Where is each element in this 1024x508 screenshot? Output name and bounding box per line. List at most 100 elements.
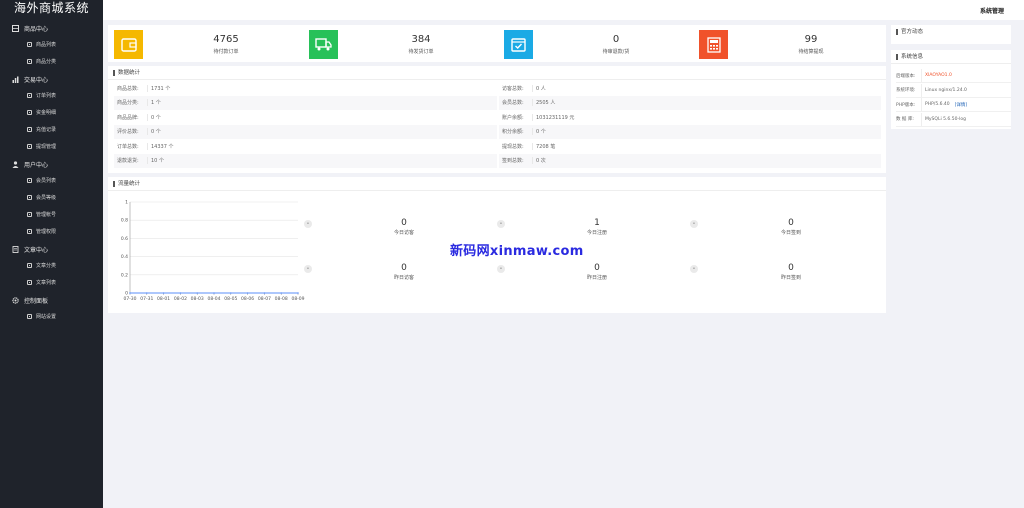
sidebar-group-label: 控制面板: [24, 298, 49, 305]
user-icon: [12, 161, 19, 168]
data-point: [129, 292, 131, 294]
grid-icon: [12, 25, 19, 32]
sidebar-item[interactable]: 会员等级: [0, 189, 103, 206]
sidebar-group-label: 商品中心: [24, 26, 49, 33]
traffic-metric-value: 0: [788, 218, 794, 228]
system-info-row: 数 据 库: MySQLi 5.6.50-log: [896, 112, 1011, 127]
sidebar-group-label: 交易中心: [24, 77, 49, 84]
traffic-metric-label: 今日签到: [780, 230, 801, 236]
stat-card[interactable]: 384 待发货订单: [306, 29, 496, 61]
truck-icon: [309, 30, 338, 59]
x-tick-label: 08-03: [191, 296, 204, 302]
traffic-metric: 0 昨日访客: [344, 263, 464, 281]
sidebar-item[interactable]: 管理帐号: [0, 206, 103, 223]
stat-row: 商品品牌: 0 个: [114, 110, 497, 124]
sidebar-item-label: 会员等级: [36, 195, 57, 201]
sidebar-group[interactable]: 控制面板: [0, 293, 103, 308]
sidebar-item[interactable]: 管理权限: [0, 223, 103, 240]
sidebar-item[interactable]: 网站设置: [0, 308, 103, 325]
x-tick-label: 08-01: [157, 296, 170, 302]
system-info-row: 后端版本: XIAOYAO1.0: [896, 69, 1011, 83]
stat-row-value: 1 个: [147, 99, 161, 106]
traffic-metric: 1 今日注册: [537, 218, 657, 236]
stat-label: 待审退款/货: [602, 49, 630, 55]
document-icon: [12, 246, 19, 253]
sidebar-item[interactable]: 会员列表: [0, 172, 103, 189]
square-plus-icon: [27, 59, 32, 64]
traffic-title: 流量统计: [108, 177, 886, 191]
stat-row-key: 订单总数:: [117, 143, 139, 150]
system-info-value: PHP/5.6.40 [详情]: [921, 98, 967, 111]
stat-value: 99: [804, 34, 818, 45]
sidebar-item-label: 商品列表: [36, 42, 57, 48]
data-point: [162, 292, 165, 294]
stat-row-key: 签到总数:: [502, 158, 524, 164]
sidebar-item[interactable]: 文章列表: [0, 274, 103, 291]
stat-row-value: 0 次: [532, 157, 546, 164]
data-point: [263, 292, 266, 294]
stat-card[interactable]: 99 待结算提现: [696, 29, 886, 61]
sidebar-item[interactable]: 文章分类: [0, 257, 103, 274]
sidebar-item-label: 会员列表: [36, 178, 57, 184]
top-bar: 系统管理: [103, 0, 1024, 20]
data-point: [246, 292, 249, 294]
stat-row: 账户余额: 1031231119 元: [499, 110, 881, 124]
sidebar-item[interactable]: 商品分类: [0, 53, 103, 70]
stat-row-key: 会员总数:: [502, 100, 524, 106]
system-info-value-text: PHP/5.6.40: [925, 102, 950, 107]
stat-label: 待发货订单: [408, 49, 434, 55]
stat-card[interactable]: 0 待审退款/货: [501, 29, 691, 61]
traffic-metric-label: 昨日访客: [393, 275, 414, 281]
y-tick-label: 0.8: [121, 218, 128, 224]
x-tick-label: 08-07: [258, 296, 271, 302]
stat-row-key: 提现总数:: [502, 143, 524, 150]
sidebar-group[interactable]: 交易中心: [0, 72, 103, 87]
stat-row-value: 0 个: [532, 128, 546, 135]
sidebar-item[interactable]: 订单列表: [0, 87, 103, 104]
system-admin-link[interactable]: 系统管理: [980, 6, 1004, 15]
square-plus-icon: [27, 93, 32, 98]
traffic-metric: 0 昨日注册: [537, 263, 657, 281]
stat-row-key: 账户余额:: [502, 114, 524, 121]
data-point: [297, 292, 299, 294]
traffic-chart: 00.20.40.60.8107-30 07-31 08-01 08-02 08-03 0…: [121, 200, 305, 303]
sidebar-item-label: 资金明细: [36, 110, 57, 116]
system-info-panel: 系统信息 后端版本: XIAOYAO1.0 系统环境: Linux nginx/1.2…: [891, 50, 1011, 129]
system-info-key: 后端版本:: [896, 73, 916, 79]
sidebar-group[interactable]: 文章中心: [0, 242, 103, 257]
traffic-metric-value: 0: [594, 263, 600, 273]
square-plus-icon: [27, 263, 32, 268]
y-tick-label: 1: [125, 200, 128, 206]
y-tick-label: 0.4: [121, 254, 128, 260]
sidebar-item[interactable]: 提现管理: [0, 138, 103, 155]
stat-row-key: 退款退货:: [117, 158, 139, 164]
traffic-metric-label: 昨日签到: [780, 275, 801, 281]
sidebar-item[interactable]: 充值记录: [0, 121, 103, 138]
details-link[interactable]: [详情]: [955, 102, 968, 108]
system-info-value-text: XIAOYAO1.0: [925, 73, 952, 78]
sidebar-nav: 商品中心商品列表商品分类交易中心订单列表资金明细充值记录 提现管理用户中心会员列表…: [0, 21, 103, 325]
sidebar-item[interactable]: 资金明细: [0, 104, 103, 121]
traffic-metric-value: 0: [788, 263, 794, 273]
stat-row: 退款退货: 10 个: [114, 153, 497, 168]
sidebar-item-label: 订单列表: [36, 93, 57, 99]
y-tick-label: 0.2: [121, 272, 128, 278]
traffic-metric-label: 今日注册: [586, 230, 607, 236]
traffic-metric-value: 1: [594, 218, 600, 228]
x-tick-label: 08-09: [291, 296, 304, 302]
traffic-metric-value: 0: [401, 218, 407, 228]
square-plus-icon: [27, 280, 32, 285]
sidebar-group[interactable]: 用户中心: [0, 157, 103, 172]
info-dot-icon: •: [497, 220, 505, 228]
square-plus-icon: [27, 127, 32, 132]
stat-row-key: 商品分类:: [117, 100, 139, 106]
x-tick-label: 08-02: [174, 296, 187, 302]
stat-card[interactable]: 4765 待付款订单: [111, 29, 301, 61]
data-stats-title: 数据统计: [108, 66, 886, 80]
system-info-value-text: Linux nginx/1.24.0: [925, 87, 967, 93]
stat-row: 会员总数: 2505 人: [499, 95, 881, 110]
stat-row-value: 0 个: [147, 128, 161, 135]
sidebar-item[interactable]: 商品列表: [0, 36, 103, 53]
sidebar-group[interactable]: 商品中心: [0, 21, 103, 36]
sidebar-item-label: 管理帐号: [36, 212, 57, 218]
